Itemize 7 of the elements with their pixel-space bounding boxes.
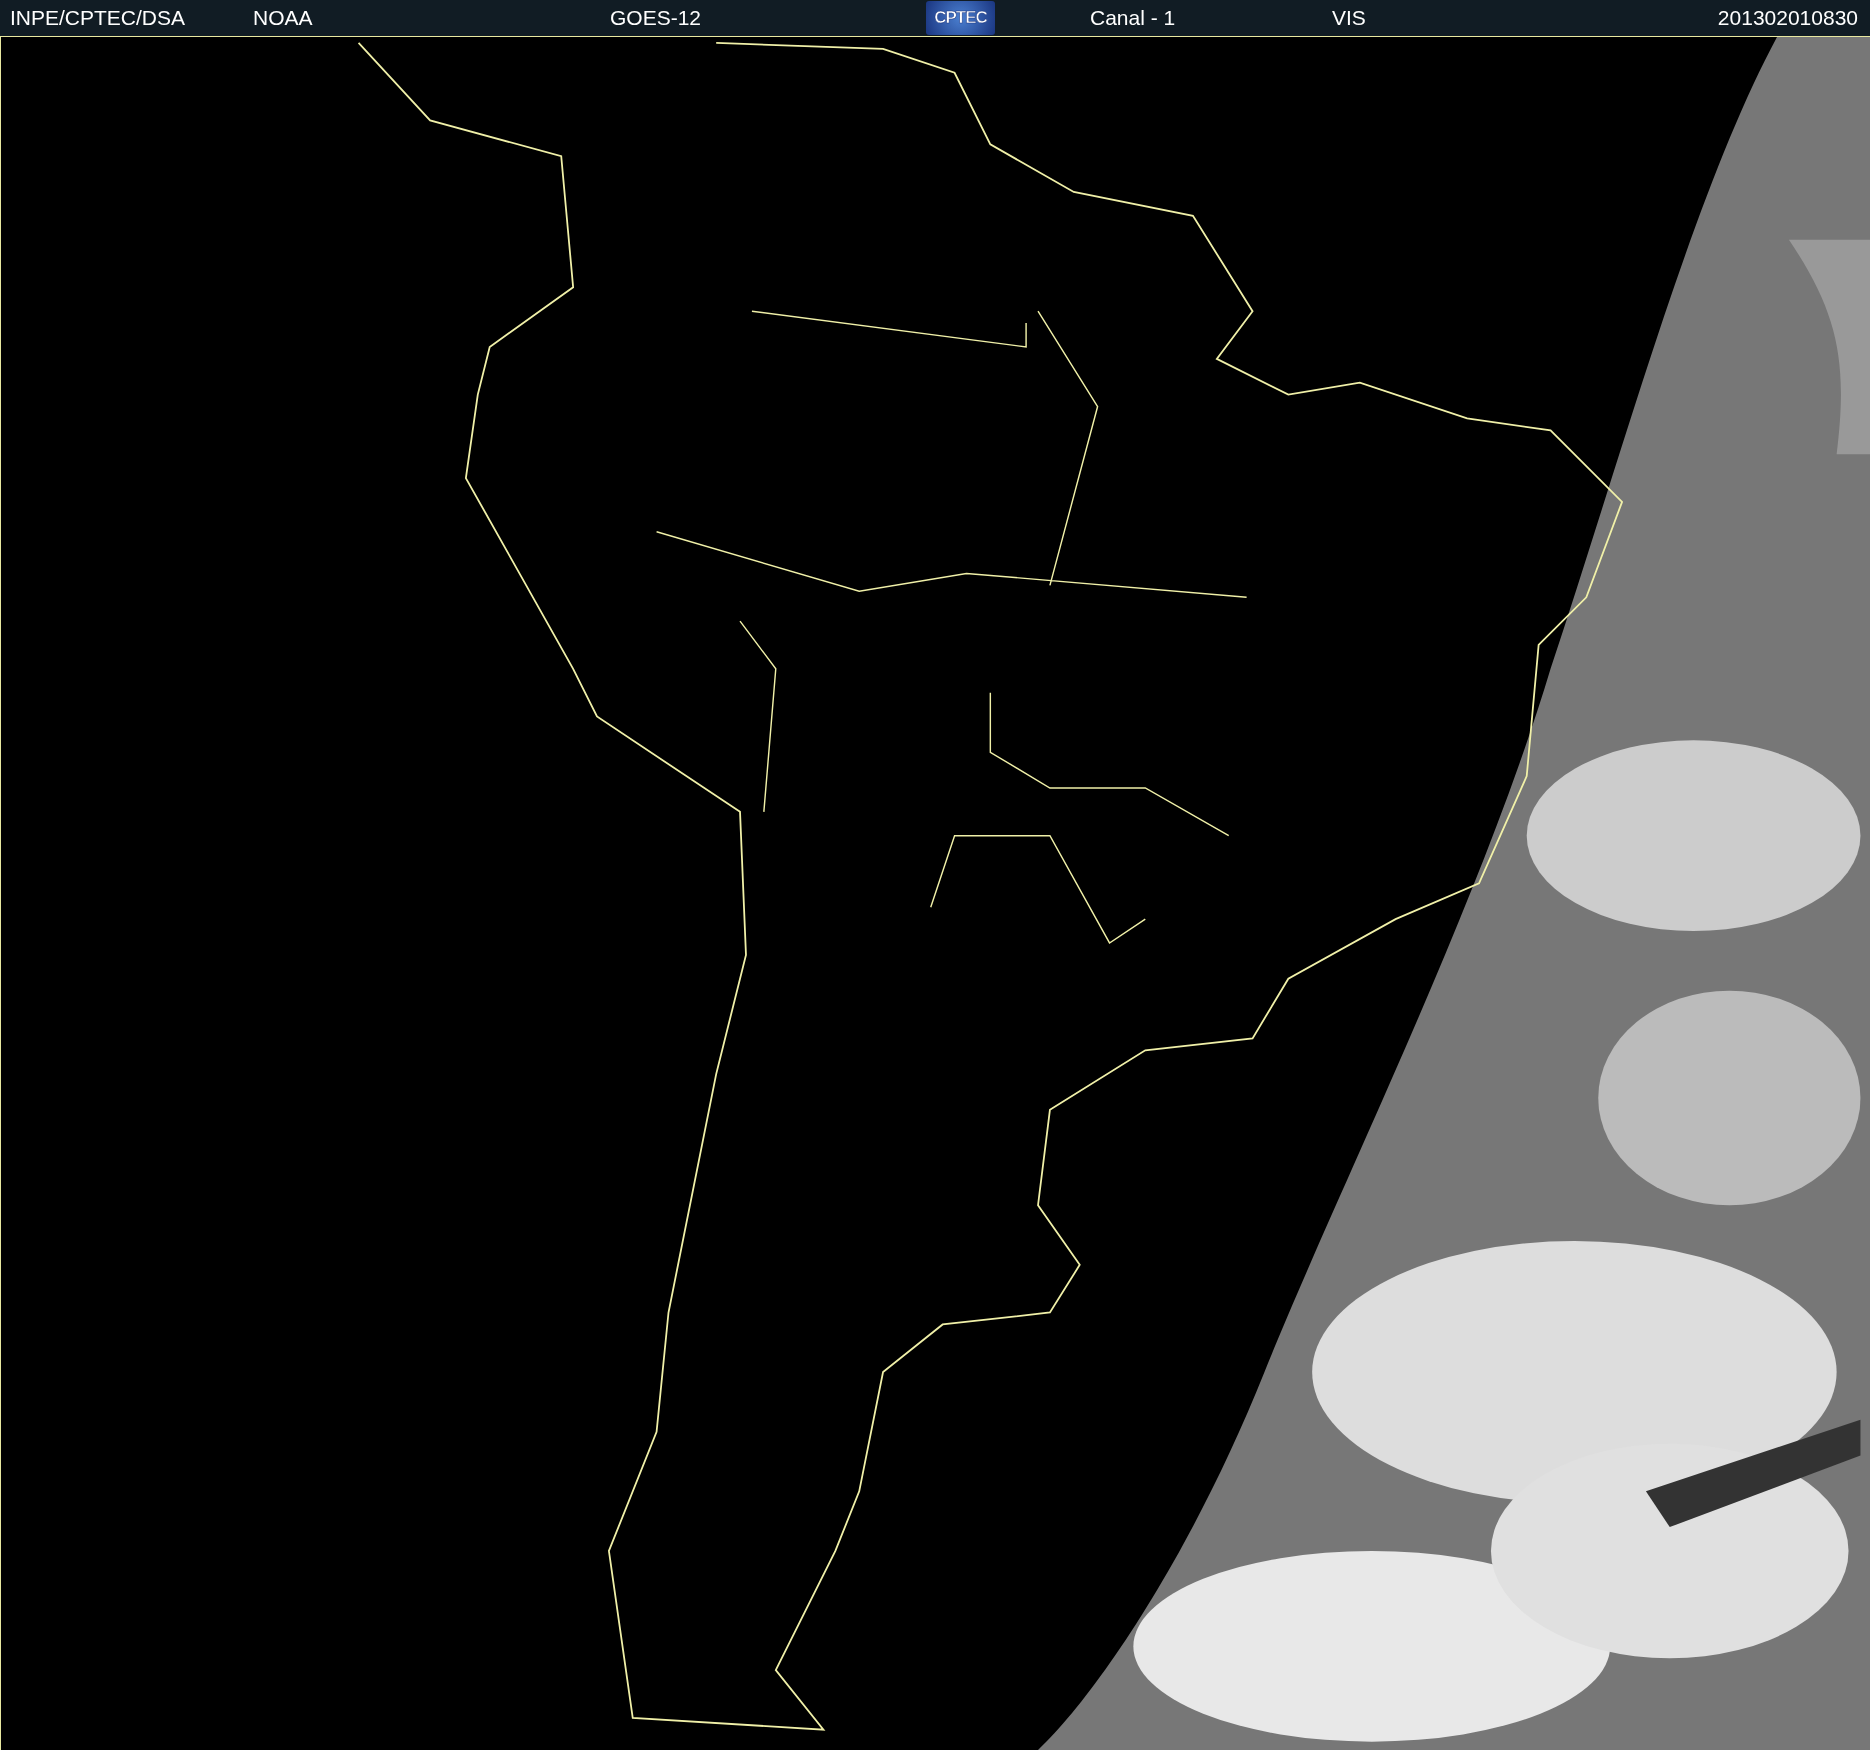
header-label: GOES-12 bbox=[610, 5, 703, 32]
header-label: NOAA bbox=[253, 5, 314, 32]
header-label: VIS bbox=[1332, 5, 1367, 32]
header-label: Canal - 1 bbox=[1090, 5, 1177, 32]
logo: CPTEC bbox=[926, 1, 995, 35]
header-label: 201302010830 bbox=[1717, 5, 1858, 32]
header-label: INPE/CPTEC/DSA bbox=[10, 5, 187, 32]
